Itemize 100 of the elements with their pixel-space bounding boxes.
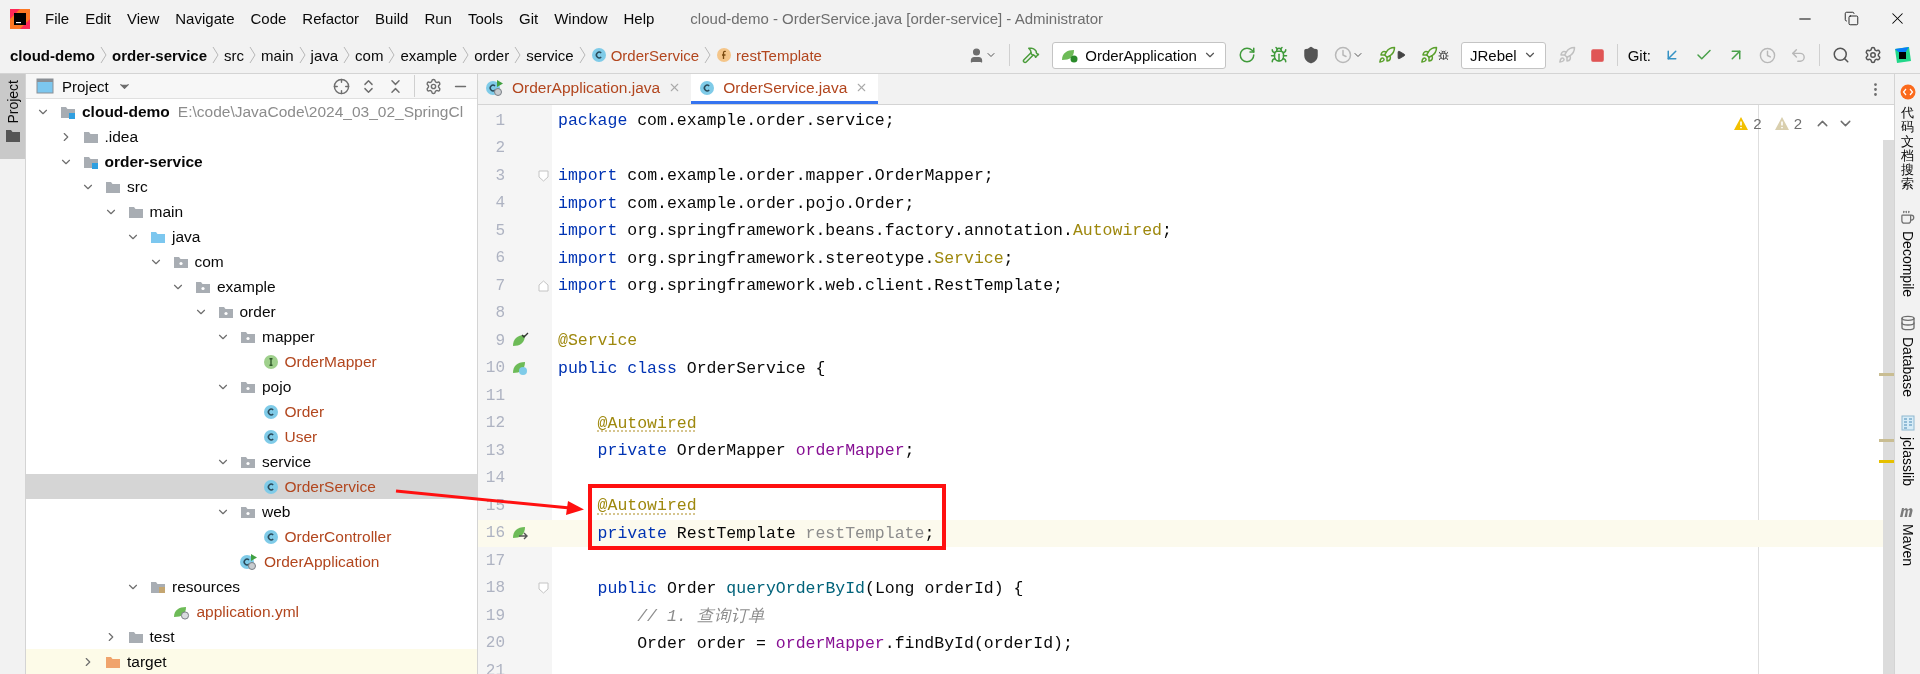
clock-icon (1759, 46, 1776, 64)
menu-item[interactable]: Navigate (175, 10, 235, 27)
tree-item[interactable]: resources (26, 574, 477, 599)
window-icon (36, 78, 54, 94)
menu-item[interactable]: Help (623, 10, 655, 27)
breadcrumb-item[interactable]: example (400, 46, 458, 64)
line-number: 5 (494, 221, 505, 240)
restore-icon[interactable] (1843, 11, 1859, 26)
tree-item[interactable]: cloud-demo E:\code\JavaCode\2024_03_02_SpringCl (26, 99, 477, 124)
menu-item[interactable]: Refactor (302, 10, 360, 27)
project-view-selector[interactable]: Project (36, 77, 132, 95)
play-icon (1395, 50, 1406, 60)
code-line: public Order queryOrderById(Long orderId) { (596, 578, 1024, 598)
tree-item[interactable]: main (26, 199, 477, 224)
menu-item[interactable]: Edit (85, 10, 112, 27)
inspection-count[interactable]: 2 (1733, 115, 1762, 132)
chevron-icon (249, 46, 257, 64)
toolbox-logo-icon[interactable] (1894, 46, 1912, 64)
class-file-icon (1900, 414, 1915, 431)
locate-icon[interactable] (333, 77, 350, 95)
menu-item[interactable]: View (127, 10, 160, 27)
tree-item[interactable]: test (26, 624, 477, 649)
tree-item[interactable]: User (26, 424, 477, 449)
chevron-icon (462, 46, 470, 64)
breadcrumb-item[interactable]: com (355, 46, 384, 64)
tool-window-button[interactable]: Maven (1897, 503, 1918, 566)
menu-item[interactable]: Run (424, 10, 452, 27)
class-icon (590, 47, 607, 63)
tree-item[interactable]: application.yml (26, 599, 477, 624)
tree-item[interactable]: order-service (26, 149, 477, 174)
spring-class-icon (486, 79, 504, 96)
tree-item[interactable]: OrderApplication (26, 549, 477, 574)
database-icon (1899, 314, 1916, 331)
breadcrumb-item[interactable]: order-service (112, 46, 208, 64)
chevron-icon (212, 46, 220, 64)
jrebel-dropdown[interactable]: JRebel (1460, 41, 1546, 69)
tool-window-button[interactable]: Decompile (1899, 209, 1916, 297)
tree-item[interactable]: mapper (26, 324, 477, 349)
tree-item[interactable]: OrderMapper (26, 349, 477, 374)
tool-window-tab[interactable]: Project (0, 74, 25, 159)
code-line: // 1. 查询订单 (636, 605, 765, 627)
editor-tab[interactable]: OrderService.java (691, 74, 879, 104)
git-label: Git: (1627, 46, 1651, 64)
tree-item[interactable]: web (26, 499, 477, 524)
tree-item[interactable]: OrderController (26, 524, 477, 549)
menu-item[interactable]: Tools (467, 10, 503, 27)
line-number: 8 (494, 304, 505, 323)
code-line: @Service (558, 331, 638, 351)
tree-item[interactable]: com (26, 249, 477, 274)
class-icon (262, 403, 279, 420)
tree-item[interactable]: example (26, 274, 477, 299)
code-line: package com.example.order.service; (558, 111, 895, 131)
class-icon (262, 428, 279, 445)
menu-item[interactable]: File (45, 10, 70, 27)
breadcrumb-item[interactable]: src (224, 46, 245, 64)
line-number: 21 (484, 661, 505, 674)
inspection-count[interactable]: 2 (1773, 115, 1802, 132)
class-icon (699, 79, 716, 96)
tree-item[interactable]: order (26, 299, 477, 324)
tree-item[interactable]: Order (26, 399, 477, 424)
line-number: 20 (484, 634, 505, 653)
chevron-icon (388, 46, 396, 64)
tree-item[interactable]: pojo (26, 374, 477, 399)
code-line: @Autowired (596, 413, 697, 433)
hammer-icon (1022, 46, 1041, 64)
settings-icon[interactable] (425, 77, 442, 95)
tree-item[interactable]: service (26, 449, 477, 474)
line-number: 7 (494, 276, 505, 295)
menu-item[interactable]: Window (554, 10, 608, 27)
tool-window-button[interactable]: Database (1899, 314, 1916, 397)
breadcrumb-item[interactable]: main (261, 46, 294, 64)
tree-item[interactable]: OrderService (26, 474, 477, 499)
tree-item[interactable]: .idea (26, 124, 477, 149)
menu-item[interactable]: Code (250, 10, 287, 27)
breadcrumb-item[interactable]: cloud-demo (10, 46, 95, 64)
menu-item[interactable]: Git (518, 10, 539, 27)
breadcrumb-item[interactable]: service (526, 46, 574, 64)
tree-item[interactable]: java (26, 224, 477, 249)
line-number: 3 (494, 166, 505, 185)
tree-item[interactable]: src (26, 174, 477, 199)
bug-icon (1437, 49, 1449, 61)
app-logo-icon (10, 8, 30, 29)
breadcrumb-item[interactable]: java (310, 46, 339, 64)
breadcrumb-item[interactable]: OrderService (590, 46, 700, 64)
chevron-icon (343, 46, 351, 64)
tool-window-button[interactable]: 代码文档搜索 (1899, 84, 1916, 192)
rerun-icon (1237, 46, 1256, 64)
editor-tab[interactable]: OrderApplication.java (478, 74, 692, 104)
code-line: Order order = orderMapper.findById(orderId); (636, 633, 1073, 653)
tool-window-button[interactable]: jclasslib (1899, 414, 1916, 486)
line-number: 2 (494, 139, 505, 158)
breadcrumb-item[interactable]: order (474, 46, 510, 64)
menu-item[interactable]: Build (375, 10, 409, 27)
code-line: import com.example.order.pojo.Order; (558, 193, 915, 213)
line-number: 4 (494, 194, 505, 213)
line-number: 17 (484, 551, 505, 570)
breadcrumb-item[interactable]: restTemplate (716, 46, 822, 64)
run-configuration-dropdown[interactable]: OrderApplication (1052, 41, 1226, 69)
chevron-icon (100, 46, 107, 64)
tree-item[interactable]: target (26, 649, 477, 674)
